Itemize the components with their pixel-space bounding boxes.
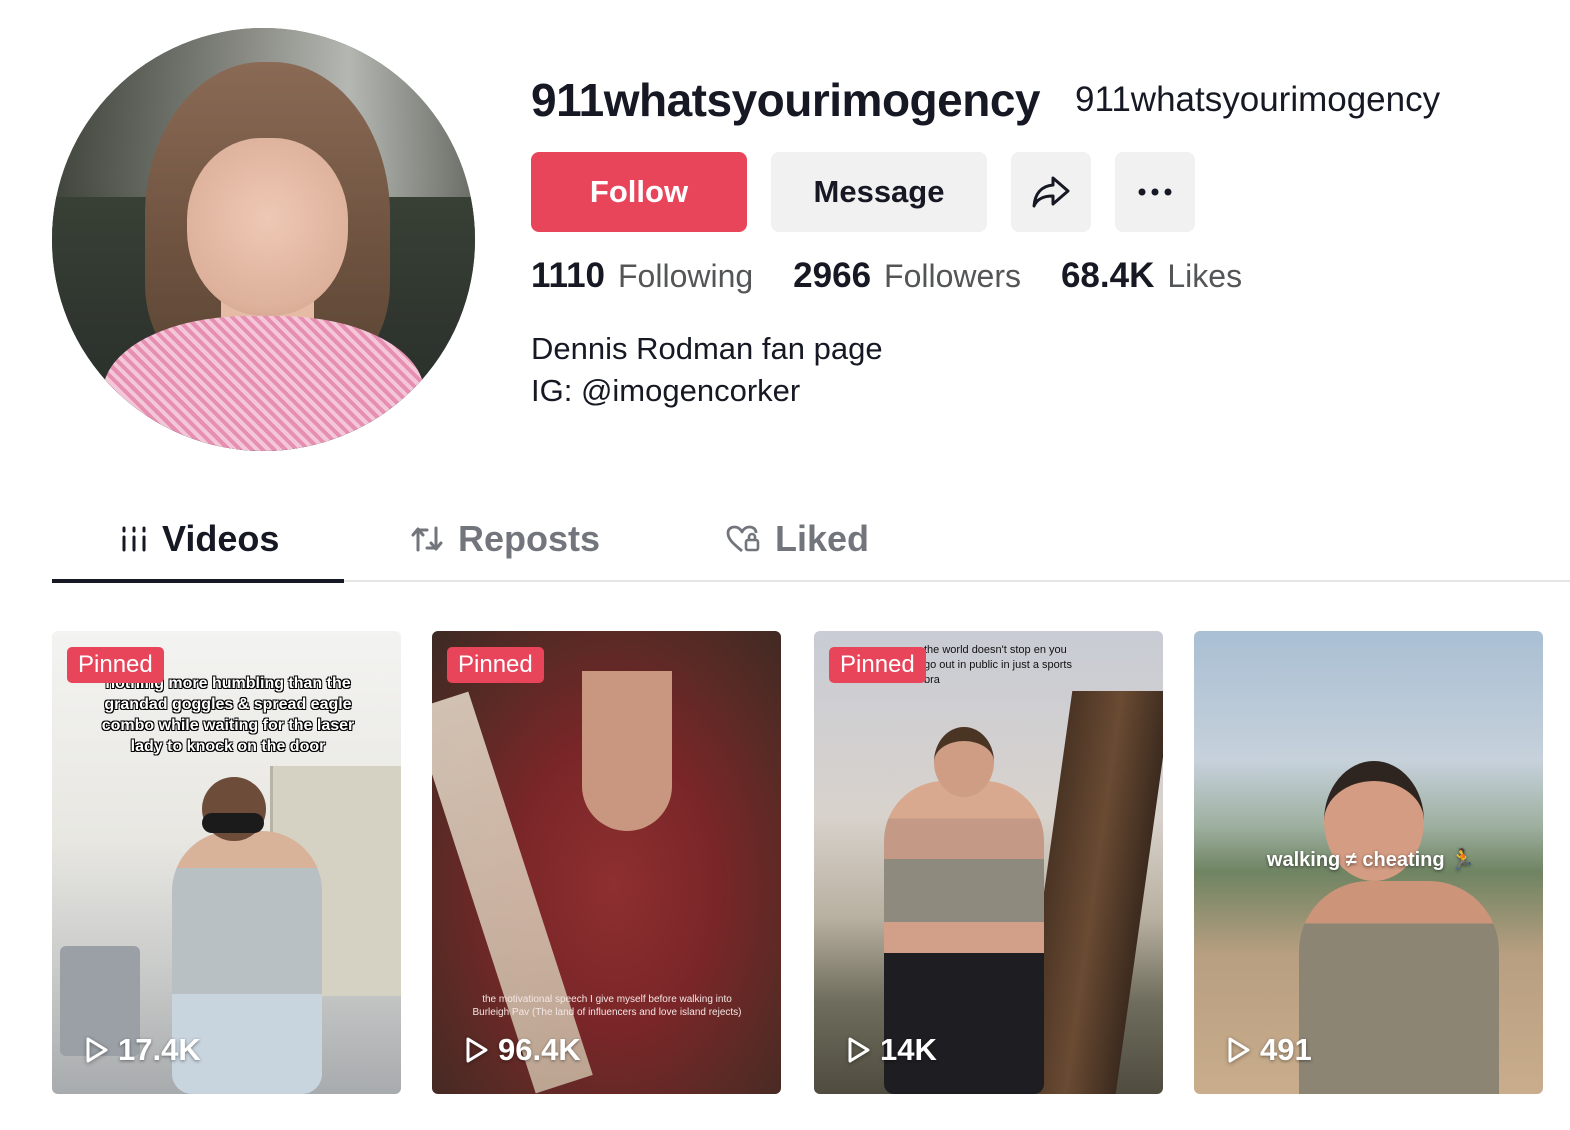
follow-button[interactable]: Follow xyxy=(531,152,747,232)
view-count-value: 14K xyxy=(880,1032,937,1067)
profile-tabs: Videos Reposts Liked xyxy=(52,500,1570,583)
profile-nickname: 911whatsyourimogency xyxy=(1075,80,1441,119)
play-icon xyxy=(466,1037,488,1063)
tab-videos[interactable]: Videos xyxy=(120,514,279,564)
likes-count: 68.4K xyxy=(1060,256,1155,295)
view-count: 14K xyxy=(846,1032,937,1068)
followers-count: 2966 xyxy=(793,256,872,295)
view-count-value: 17.4K xyxy=(118,1032,201,1067)
video-caption: the motivational speech I give myself be… xyxy=(472,994,742,1018)
followers-stat[interactable]: 2966 Followers xyxy=(793,256,1021,296)
tab-liked[interactable]: Liked xyxy=(725,514,869,564)
play-icon xyxy=(1228,1037,1250,1063)
more-options-button[interactable] xyxy=(1115,152,1195,232)
video-card[interactable]: the world doesn't stop en you go out in … xyxy=(814,631,1163,1094)
profile-bio: Dennis Rodman fan page IG: @imogencorker xyxy=(531,328,883,412)
message-button[interactable]: Message xyxy=(771,152,987,232)
pinned-badge: Pinned xyxy=(67,647,164,683)
tab-reposts-label: Reposts xyxy=(458,518,601,559)
video-thumbnail-skin xyxy=(582,671,672,831)
view-count-value: 491 xyxy=(1260,1032,1312,1067)
grid-icon xyxy=(122,526,146,552)
view-count: 96.4K xyxy=(464,1032,581,1068)
play-icon xyxy=(848,1037,870,1063)
video-caption: nothing more humbling than the grandad g… xyxy=(101,675,355,755)
tab-reposts[interactable]: Reposts xyxy=(410,514,600,564)
play-icon xyxy=(86,1037,108,1063)
video-caption: the world doesn't stop en you go out in … xyxy=(924,644,1072,686)
following-stat[interactable]: 1110 Following xyxy=(531,256,753,296)
video-card[interactable]: nothing more humbling than the grandad g… xyxy=(52,631,401,1094)
likes-label: Likes xyxy=(1167,258,1243,294)
avatar-face xyxy=(187,137,349,316)
followers-label: Followers xyxy=(884,258,1021,294)
view-count-value: 96.4K xyxy=(498,1032,581,1067)
video-thumbnail-goggles xyxy=(202,813,264,833)
bio-line: IG: @imogencorker xyxy=(531,373,801,408)
view-count: 491 xyxy=(1226,1032,1312,1068)
avatar-clothing xyxy=(102,315,425,451)
share-button[interactable] xyxy=(1011,152,1091,232)
following-label: Following xyxy=(618,258,754,294)
video-card[interactable]: the motivational speech I give myself be… xyxy=(432,631,781,1094)
video-thumbnail-head xyxy=(934,727,994,797)
view-count: 17.4K xyxy=(84,1032,201,1068)
repost-icon xyxy=(411,526,443,552)
bio-line: Dennis Rodman fan page xyxy=(531,331,883,366)
video-thumbnail-person xyxy=(1299,881,1499,1094)
pinned-badge: Pinned xyxy=(829,647,926,683)
pinned-badge: Pinned xyxy=(447,647,544,683)
profile-stats: 1110 Following 2966 Followers 68.4K Like… xyxy=(531,256,1282,296)
video-caption: walking ≠ cheating 🏃 xyxy=(1266,849,1476,871)
tab-videos-label: Videos xyxy=(162,518,280,559)
following-count: 1110 xyxy=(531,256,605,295)
heart-lock-icon xyxy=(726,525,760,553)
ellipsis-icon xyxy=(1138,188,1172,196)
share-arrow-icon xyxy=(1032,176,1070,208)
profile-avatar[interactable] xyxy=(52,28,475,451)
profile-username: 911whatsyourimogency xyxy=(531,74,1040,126)
active-tab-indicator xyxy=(52,579,344,583)
tab-liked-label: Liked xyxy=(775,518,870,559)
likes-stat: 68.4K Likes xyxy=(1061,256,1242,296)
video-card[interactable]: walking ≠ cheating 🏃 491 xyxy=(1194,631,1543,1094)
